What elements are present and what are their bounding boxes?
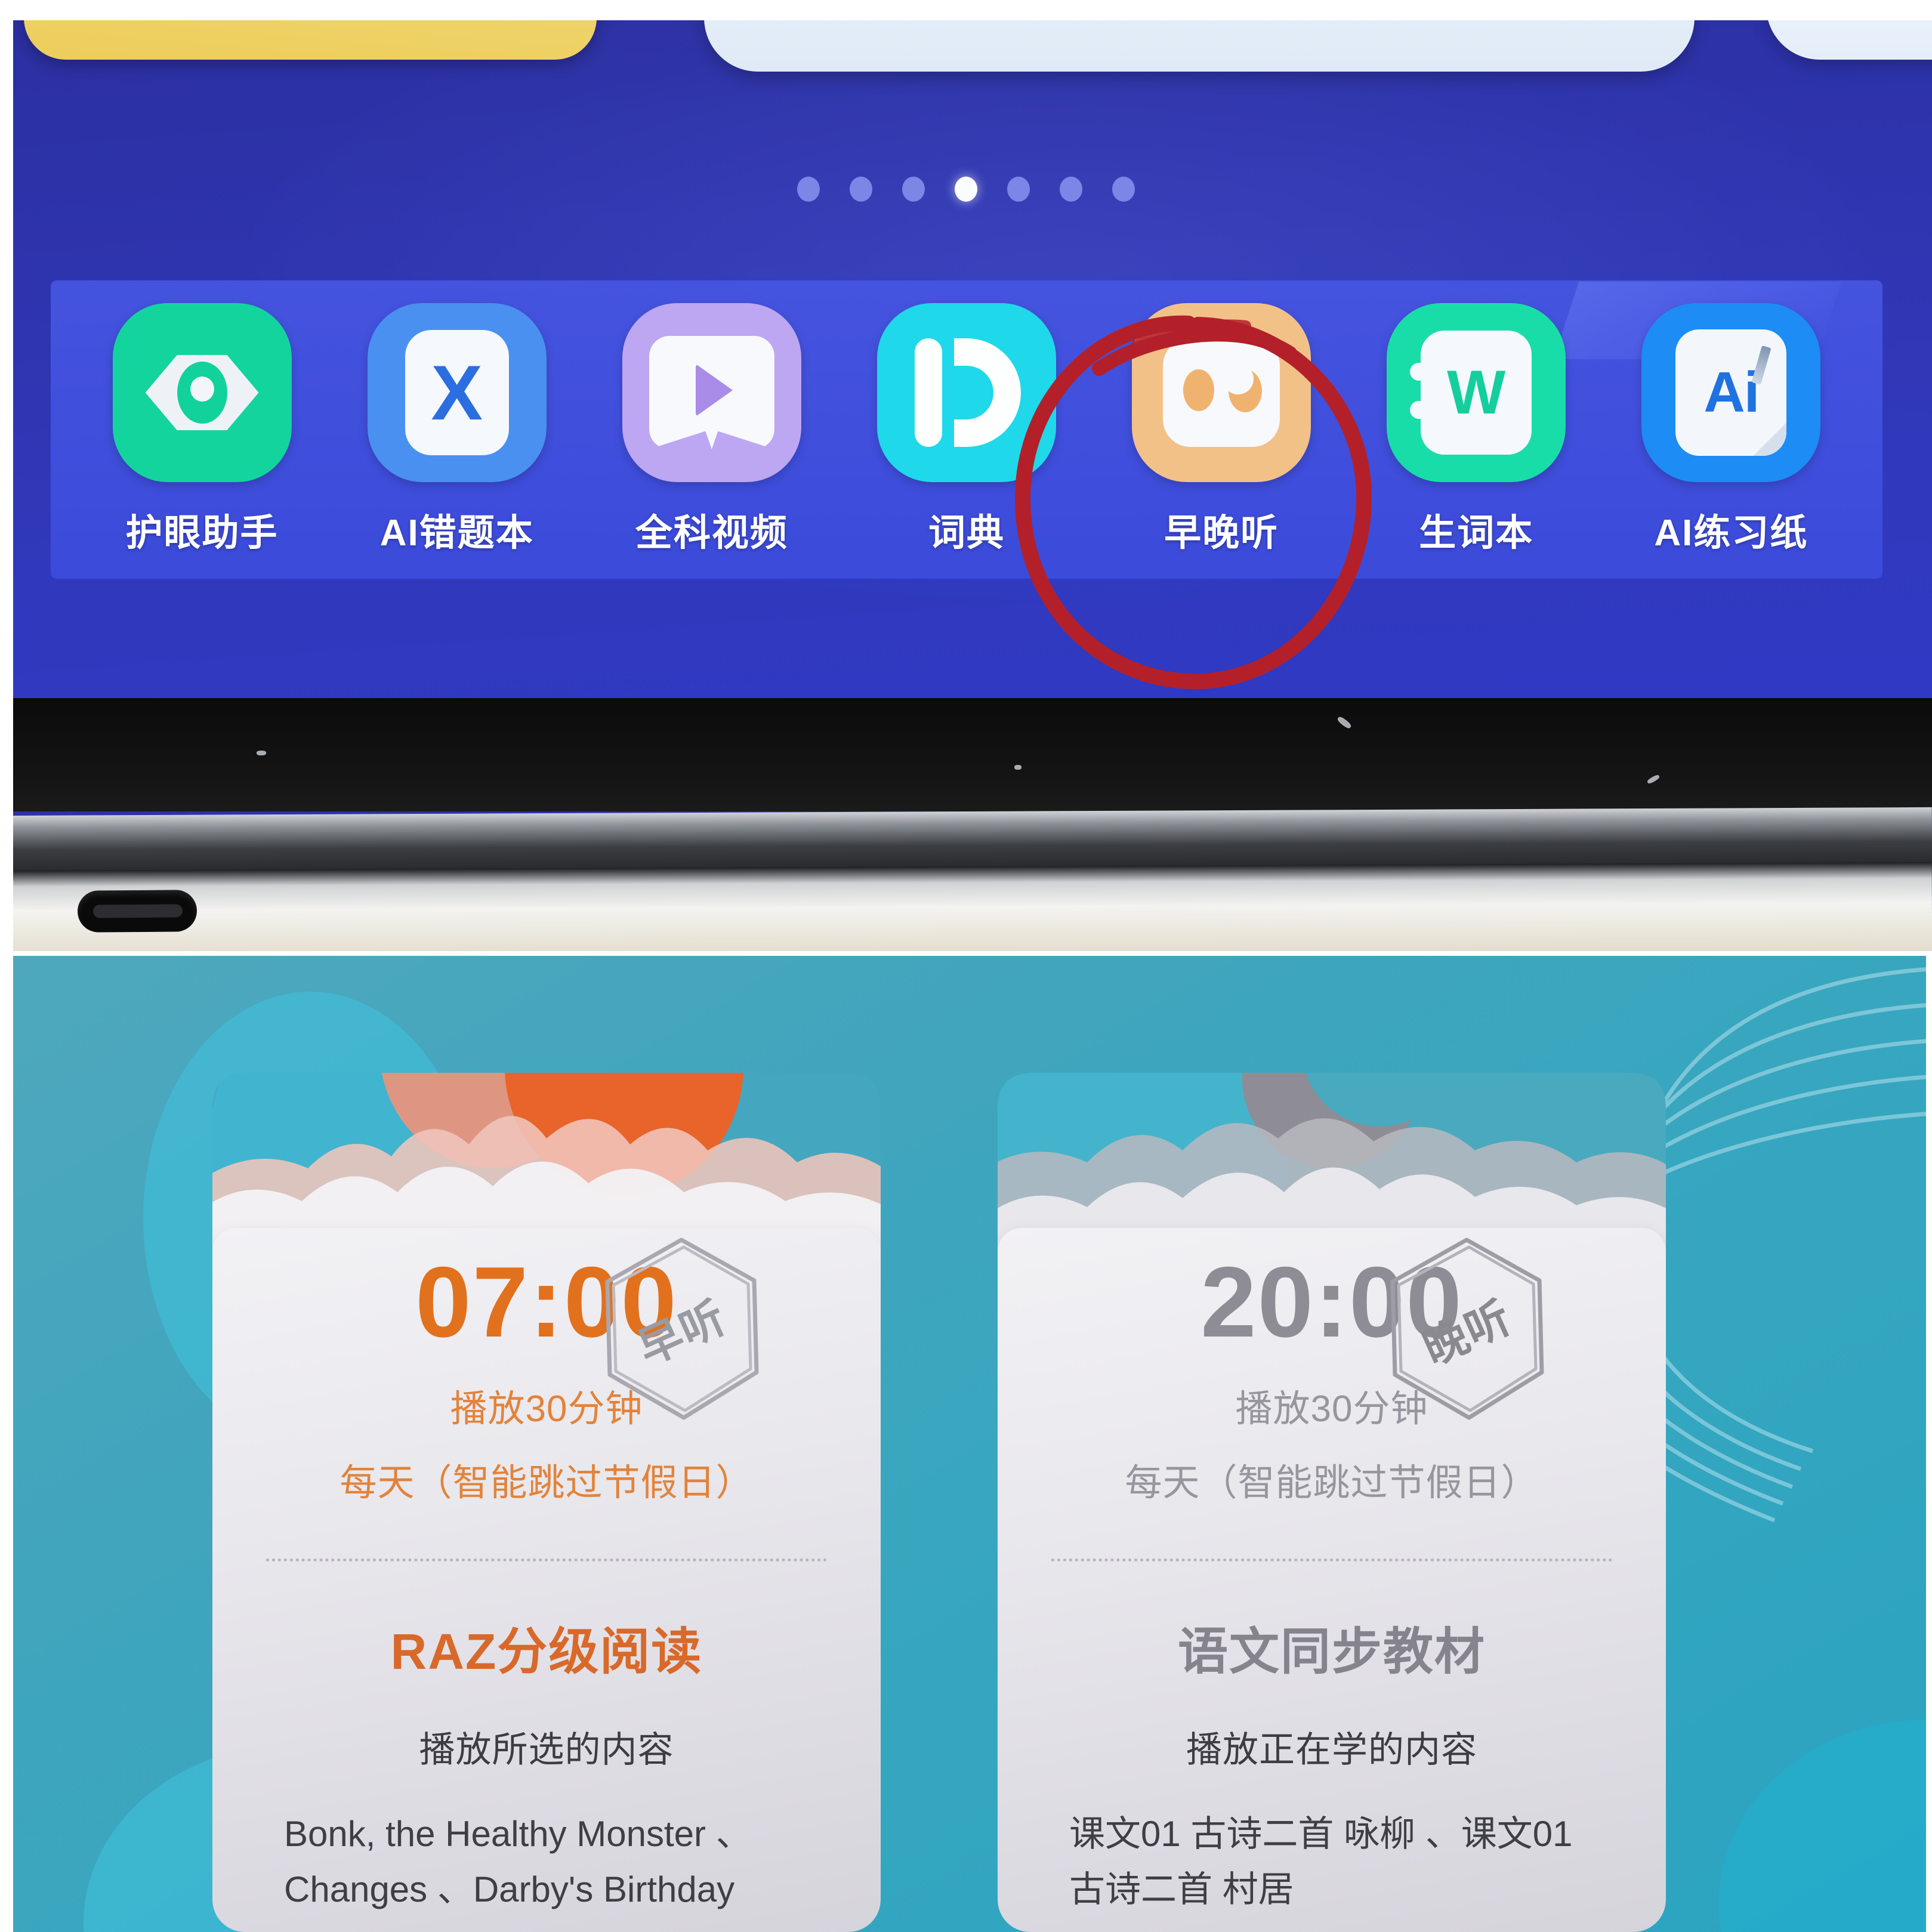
ai-paper-icon-fold bbox=[1753, 422, 1787, 456]
dock-app-label: 词典 bbox=[928, 513, 1005, 554]
x-card-icon[interactable]: X bbox=[367, 303, 547, 482]
ai-paper-icon[interactable]: Ai bbox=[1641, 303, 1821, 482]
dock-app-dictionary[interactable]: 词典 bbox=[868, 303, 1065, 556]
dock-app-label: 护眼助手 bbox=[125, 513, 279, 554]
dock-app-ai-practice-paper[interactable]: Ai AI练习纸 bbox=[1632, 303, 1829, 556]
app-dock: 护眼助手 X AI错题本 全科视频 词典 早晚听 W 生词本 Ai AI练习纸 bbox=[51, 280, 1882, 579]
morning-card-divider bbox=[266, 1558, 827, 1561]
x-card-icon-card: X bbox=[405, 330, 509, 455]
book-play-icon[interactable] bbox=[622, 303, 801, 482]
page-dot[interactable] bbox=[1007, 177, 1030, 202]
wordbook-icon-letter: W bbox=[1447, 358, 1506, 427]
evening-content-heading[interactable]: 语文同步教材 bbox=[1178, 1612, 1486, 1684]
evening-stamp: 晚听 bbox=[1379, 1234, 1553, 1425]
wordbook-icon-ring bbox=[1410, 363, 1437, 381]
book-play-icon-glyph bbox=[649, 336, 774, 449]
page-dot-active[interactable] bbox=[955, 177, 977, 202]
listen-app-screen-photo: 07:00 早听 播放30分钟 每天（智能跳过节假日） RAZ分级阅读 播放所选… bbox=[0, 956, 1932, 1932]
evening-repeat: 每天（智能跳过节假日） bbox=[1125, 1462, 1539, 1504]
morning-card-content: 07:00 早听 播放30分钟 每天（智能跳过节假日） RAZ分级阅读 播放所选… bbox=[212, 1237, 881, 1932]
dock-app-ai-mistake-book[interactable]: X AI错题本 bbox=[359, 303, 555, 556]
evening-card-divider bbox=[1051, 1558, 1612, 1561]
dock-app-label: AI练习纸 bbox=[1654, 513, 1808, 554]
page-dot[interactable] bbox=[797, 177, 820, 202]
page-indicator[interactable] bbox=[0, 177, 1932, 202]
wordbook-icon[interactable]: W bbox=[1387, 303, 1566, 482]
tablet-home-screen-photo: 下载 WIFI × bbox=[0, 0, 1932, 956]
dock-app-label: 生词本 bbox=[1419, 513, 1534, 554]
morning-listen-card[interactable]: 07:00 早听 播放30分钟 每天（智能跳过节假日） RAZ分级阅读 播放所选… bbox=[212, 1073, 881, 1932]
photo-left-white-margin bbox=[0, 0, 13, 956]
x-card-icon-glyph: X bbox=[431, 349, 483, 436]
page-dot[interactable] bbox=[902, 177, 925, 202]
dock-app-all-subject-video[interactable]: 全科视频 bbox=[613, 303, 810, 556]
dock-app-label: 全科视频 bbox=[635, 513, 788, 554]
page-dot[interactable] bbox=[850, 177, 872, 202]
dictionary-icon-bar bbox=[914, 338, 942, 447]
evening-card-content: 20:00 晚听 播放30分钟 每天（智能跳过节假日） 语文同步教材 播放正在学… bbox=[998, 1237, 1666, 1932]
listen-face-icon-glyph bbox=[1163, 338, 1280, 447]
usb-c-port-icon bbox=[77, 890, 197, 933]
tablet-bezel bbox=[0, 698, 1932, 811]
background-blob bbox=[1718, 1720, 1932, 1932]
morning-content-heading[interactable]: RAZ分级阅读 bbox=[391, 1612, 703, 1684]
photo-top-white-margin bbox=[0, 0, 1932, 20]
dictionary-icon-curve bbox=[953, 338, 1021, 447]
ai-paper-icon-glyph: Ai bbox=[1675, 329, 1787, 456]
listen-face-icon[interactable] bbox=[1132, 303, 1311, 482]
tablet-chassis-body bbox=[0, 862, 1932, 956]
dictionary-icon[interactable] bbox=[877, 303, 1056, 482]
morning-content-items: Bonk, the Healthy Monster 、Changes 、Darb… bbox=[284, 1814, 752, 1932]
dock-app-label-highlighted: 早晚听 bbox=[1164, 513, 1279, 554]
wordbook-icon-ring bbox=[1410, 401, 1437, 419]
morning-content-mode: 播放所选的内容 bbox=[419, 1730, 674, 1770]
screenshot-root: 下载 WIFI × bbox=[0, 0, 1932, 1932]
wordbook-icon-glyph: W bbox=[1410, 331, 1532, 455]
evening-content-mode: 播放正在学的内容 bbox=[1186, 1730, 1477, 1770]
eye-icon-pupil bbox=[177, 362, 227, 424]
morning-repeat: 每天（智能跳过节假日） bbox=[340, 1462, 754, 1504]
eye-icon-glyph bbox=[145, 355, 259, 430]
evening-listen-card[interactable]: 20:00 晚听 播放30分钟 每天（智能跳过节假日） 语文同步教材 播放正在学… bbox=[998, 1073, 1666, 1932]
listen-face-icon-eye-right bbox=[1223, 363, 1263, 412]
photo-bottom-right-white-margin bbox=[1926, 956, 1932, 1932]
evening-content-items: 课文01 古诗二首 咏柳 、课文01 古诗二首 村居 bbox=[1069, 1814, 1573, 1909]
dictionary-icon-glyph bbox=[904, 330, 1029, 455]
dock-app-label: AI错题本 bbox=[379, 513, 534, 554]
dock-app-eye-care[interactable]: 护眼助手 bbox=[104, 303, 301, 556]
page-dot[interactable] bbox=[1060, 177, 1082, 202]
listen-face-icon-eye-left bbox=[1183, 369, 1215, 411]
page-dot[interactable] bbox=[1112, 177, 1135, 202]
photo-bottom-left-white-margin bbox=[0, 956, 13, 1932]
dock-app-wordbook[interactable]: W 生词本 bbox=[1378, 303, 1575, 556]
morning-stamp: 早听 bbox=[594, 1234, 767, 1425]
dock-app-row: 护眼助手 X AI错题本 全科视频 词典 早晚听 W 生词本 Ai AI练习纸 bbox=[51, 280, 1882, 579]
dock-app-morning-evening-listen[interactable]: 早晚听 bbox=[1123, 303, 1320, 556]
eye-icon[interactable] bbox=[112, 303, 292, 482]
ai-paper-icon-letters: Ai bbox=[1703, 360, 1760, 424]
